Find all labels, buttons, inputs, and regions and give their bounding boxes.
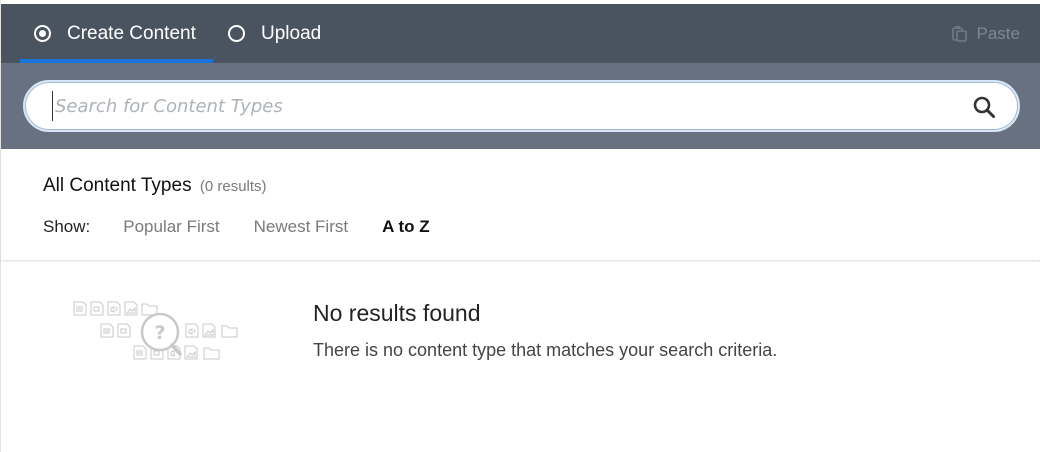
no-results-illustration: ? [73,301,238,360]
tab-create-content[interactable]: Create Content [34,4,196,63]
content-types-title: All Content Types [43,175,192,196]
results-area: ? No results found There is no content t… [1,262,1040,452]
radio-unselected-icon [228,25,245,42]
content-types-heading: All Content Types (0 results) [43,175,267,197]
paste-label: Paste [976,23,1020,43]
sort-newest-first[interactable]: Newest First [254,217,348,237]
paste-icon [951,26,967,42]
search-icon[interactable] [972,95,996,119]
results-count: (0 results) [199,178,267,195]
search-input[interactable] [52,91,952,121]
search-band [1,63,1040,149]
no-results-title: No results found [313,300,481,326]
content-type-selector: Create Content Upload Paste All Cont [0,0,1040,452]
sort-options: Show: Popular First Newest First A to Z [43,217,464,237]
filter-section: All Content Types (0 results) Show: Popu… [1,149,1040,261]
tab-create-content-label: Create Content [67,22,196,44]
no-results-message: There is no content type that matches yo… [313,340,778,360]
tab-upload-label: Upload [261,22,322,44]
svg-text:?: ? [154,322,165,344]
search-box [23,80,1020,132]
tab-upload[interactable]: Upload [228,4,321,63]
sort-a-to-z[interactable]: A to Z [382,217,430,237]
radio-selected-icon [34,25,51,42]
sort-popular-first[interactable]: Popular First [123,217,219,237]
show-label: Show: [43,217,91,236]
tab-bar: Create Content Upload Paste [1,4,1040,63]
paste-button[interactable]: Paste [951,4,1020,63]
